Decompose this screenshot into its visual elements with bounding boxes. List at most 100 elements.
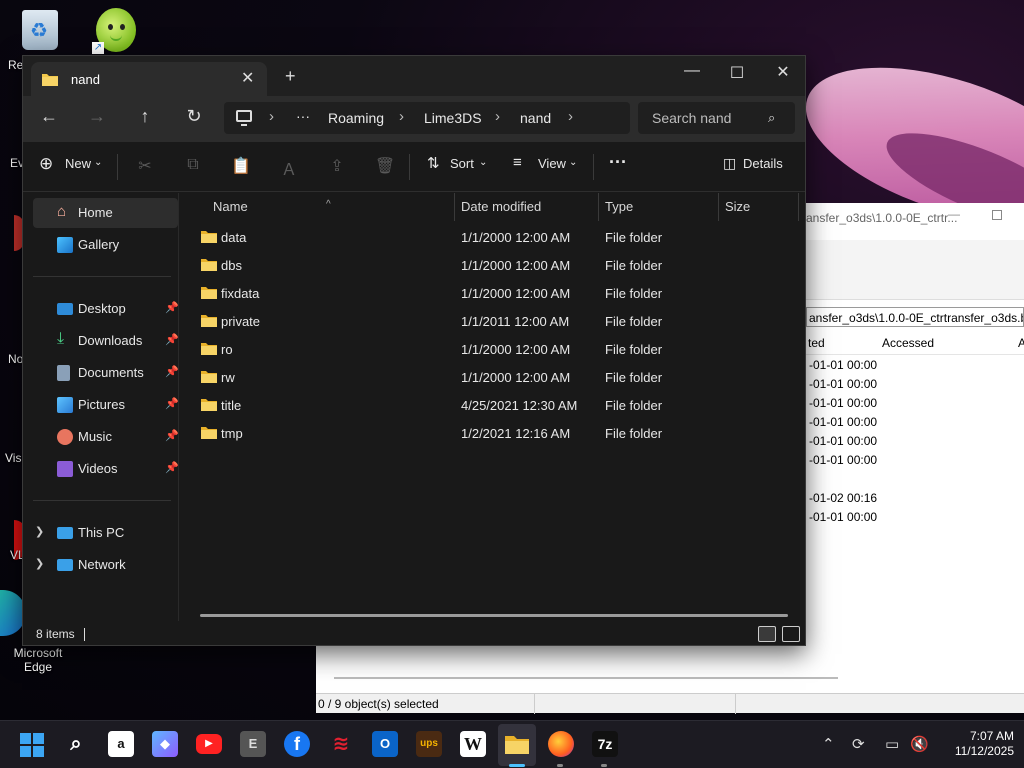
title-bar[interactable]: nand ✕ + — ☐ ✕ [23, 56, 805, 96]
file-row[interactable]: rw 1/1/2000 12:00 AM File folder [180, 363, 805, 391]
file-row[interactable]: title 4/25/2021 12:30 AM File folder [180, 391, 805, 419]
pin-icon[interactable]: 📌 [165, 397, 179, 410]
refresh-button[interactable]: ↻ [179, 106, 209, 132]
view-button[interactable]: View [538, 156, 566, 171]
view-icon[interactable]: ≡ [513, 154, 522, 171]
breadcrumb-separator[interactable]: › [399, 108, 404, 125]
cut-icon[interactable]: ✂ [133, 156, 157, 176]
sidebar-item-home[interactable]: ⌂ Home [33, 198, 178, 228]
share-icon[interactable]: ⇪ [325, 156, 349, 176]
media-app-icon[interactable]: ≋ [328, 731, 354, 757]
sidebar-item-documents[interactable]: Documents 📌 [33, 358, 179, 388]
close-tab-icon[interactable]: ✕ [241, 68, 254, 88]
column-date-modified[interactable]: Date modified [461, 199, 541, 214]
new-button[interactable]: New [65, 156, 91, 171]
breadcrumb-separator[interactable]: › [269, 108, 274, 125]
bg-col-attributes[interactable]: A [1018, 336, 1024, 350]
rename-icon[interactable]: Ａ [277, 156, 301, 180]
youtube-icon[interactable]: ▶ [196, 734, 222, 754]
column-size[interactable]: Size [725, 199, 750, 214]
bg-row[interactable]: -01-01 00:00 [809, 451, 877, 470]
close-window-button[interactable]: ✕ [763, 62, 803, 82]
breadcrumb-separator[interactable]: › [568, 108, 573, 125]
bg-col-created[interactable]: ted [808, 336, 825, 350]
search-input[interactable]: Search nand [652, 110, 731, 126]
sort-icon[interactable]: ⇅ [427, 154, 440, 172]
bg-row[interactable]: -01-01 00:00 [809, 508, 877, 527]
bg-row[interactable] [809, 470, 877, 489]
pin-icon[interactable]: 📌 [165, 461, 179, 474]
new-plus-icon[interactable]: ⊕ [39, 154, 53, 174]
search-icon[interactable]: ⌕ [63, 731, 89, 757]
forward-button[interactable]: → [82, 106, 112, 132]
file-row[interactable]: data 1/1/2000 12:00 AM File folder [180, 223, 805, 251]
new-tab-button[interactable]: + [285, 66, 296, 87]
pin-icon[interactable]: 📌 [165, 365, 179, 378]
column-divider[interactable] [798, 193, 799, 221]
column-divider[interactable] [454, 193, 455, 221]
column-name[interactable]: Name [213, 199, 248, 214]
search-box[interactable]: Search nand ⌕ [638, 102, 795, 134]
delete-icon[interactable]: 🗑 [373, 156, 397, 176]
show-hidden-icons-button[interactable]: ⌃ [822, 735, 835, 753]
copy-icon[interactable]: ⧉ [181, 156, 205, 174]
file-row[interactable]: ro 1/1/2000 12:00 AM File folder [180, 335, 805, 363]
bg-col-accessed[interactable]: Accessed [882, 336, 934, 350]
file-row[interactable]: private 1/1/2011 12:00 AM File folder [180, 307, 805, 335]
chevron-down-icon[interactable]: ⌄ [479, 157, 487, 168]
column-divider[interactable] [718, 193, 719, 221]
address-bar[interactable]: › ··· Roaming › Lime3DS › nand › [224, 102, 630, 134]
chevron-down-icon[interactable]: ⌄ [94, 157, 102, 168]
bg-row[interactable]: -01-01 00:00 [809, 375, 877, 394]
sidebar-item-desktop[interactable]: Desktop 📌 [33, 294, 179, 324]
ups-icon[interactable]: ups [416, 731, 442, 757]
up-button[interactable]: ↑ [130, 106, 160, 132]
breadcrumb-roaming[interactable]: Roaming [328, 110, 384, 126]
sort-button[interactable]: Sort [450, 156, 474, 171]
file-explorer-window[interactable]: nand ✕ + — ☐ ✕ ← → ↑ ↻ › ··· Roaming › L… [22, 55, 806, 646]
sidebar-item-network[interactable]: ❯ Network [33, 550, 178, 580]
sidebar-item-downloads[interactable]: ⤓ Downloads 📌 [33, 326, 179, 356]
details-pane-icon[interactable]: ◫ [723, 155, 736, 172]
pin-icon[interactable]: 📌 [165, 301, 179, 314]
file-row[interactable]: fixdata 1/1/2000 12:00 AM File folder [180, 279, 805, 307]
chevron-down-icon[interactable]: ⌄ [569, 157, 577, 168]
tab-nand[interactable]: nand ✕ [31, 62, 267, 96]
bg-row[interactable]: -01-01 00:00 [809, 394, 877, 413]
bg-maximize-button[interactable] [992, 210, 1002, 220]
clock[interactable]: 7:07 AM 11/12/2025 [938, 729, 1014, 759]
search-icon[interactable]: ⌕ [768, 110, 775, 126]
bg-row[interactable]: -01-01 00:00 [809, 432, 877, 451]
tiles-view-button[interactable] [782, 626, 800, 642]
bg-row[interactable]: -01-01 00:00 [809, 356, 877, 375]
chevron-right-icon[interactable]: ❯ [35, 525, 44, 538]
network-tray-icon[interactable]: ▭ [885, 735, 899, 753]
paste-icon[interactable]: 📋 [229, 156, 253, 176]
start-button[interactable] [20, 733, 44, 757]
breadcrumb-overflow[interactable]: ··· [296, 108, 310, 124]
bg-path-field[interactable]: ansfer_o3ds\1.0.0-0E_ctrtransfer_o3ds.bi… [806, 307, 1024, 327]
pin-icon[interactable]: 📌 [165, 429, 179, 442]
maximize-button[interactable]: ☐ [717, 63, 757, 83]
minimize-button[interactable]: — [672, 62, 712, 80]
column-type[interactable]: Type [605, 199, 633, 214]
copilot-icon[interactable]: ◆ [152, 731, 178, 757]
7zip-icon[interactable]: 7z [592, 731, 618, 757]
sidebar-item-videos[interactable]: Videos 📌 [33, 454, 179, 484]
details-button[interactable]: Details [743, 156, 783, 171]
file-explorer-taskbar-icon[interactable] [504, 733, 530, 755]
file-row[interactable]: dbs 1/1/2000 12:00 AM File folder [180, 251, 805, 279]
column-divider[interactable] [598, 193, 599, 221]
bg-minimize-button[interactable]: — [948, 207, 960, 221]
recycle-bin-icon[interactable] [22, 10, 58, 50]
bg-row[interactable]: -01-01 00:00 [809, 413, 877, 432]
breadcrumb-nand[interactable]: nand [520, 110, 551, 126]
file-row[interactable]: tmp 1/2/2021 12:16 AM File folder [180, 419, 805, 447]
sidebar-item-pictures[interactable]: Pictures 📌 [33, 390, 179, 420]
breadcrumb-separator[interactable]: › [495, 108, 500, 125]
bg-row[interactable]: -01-02 00:16 [809, 489, 877, 508]
sidebar-item-gallery[interactable]: Gallery [33, 230, 178, 260]
outlook-icon[interactable]: O [372, 731, 398, 757]
volume-muted-icon[interactable]: 🔇 [910, 735, 929, 753]
this-pc-icon[interactable] [236, 110, 252, 126]
